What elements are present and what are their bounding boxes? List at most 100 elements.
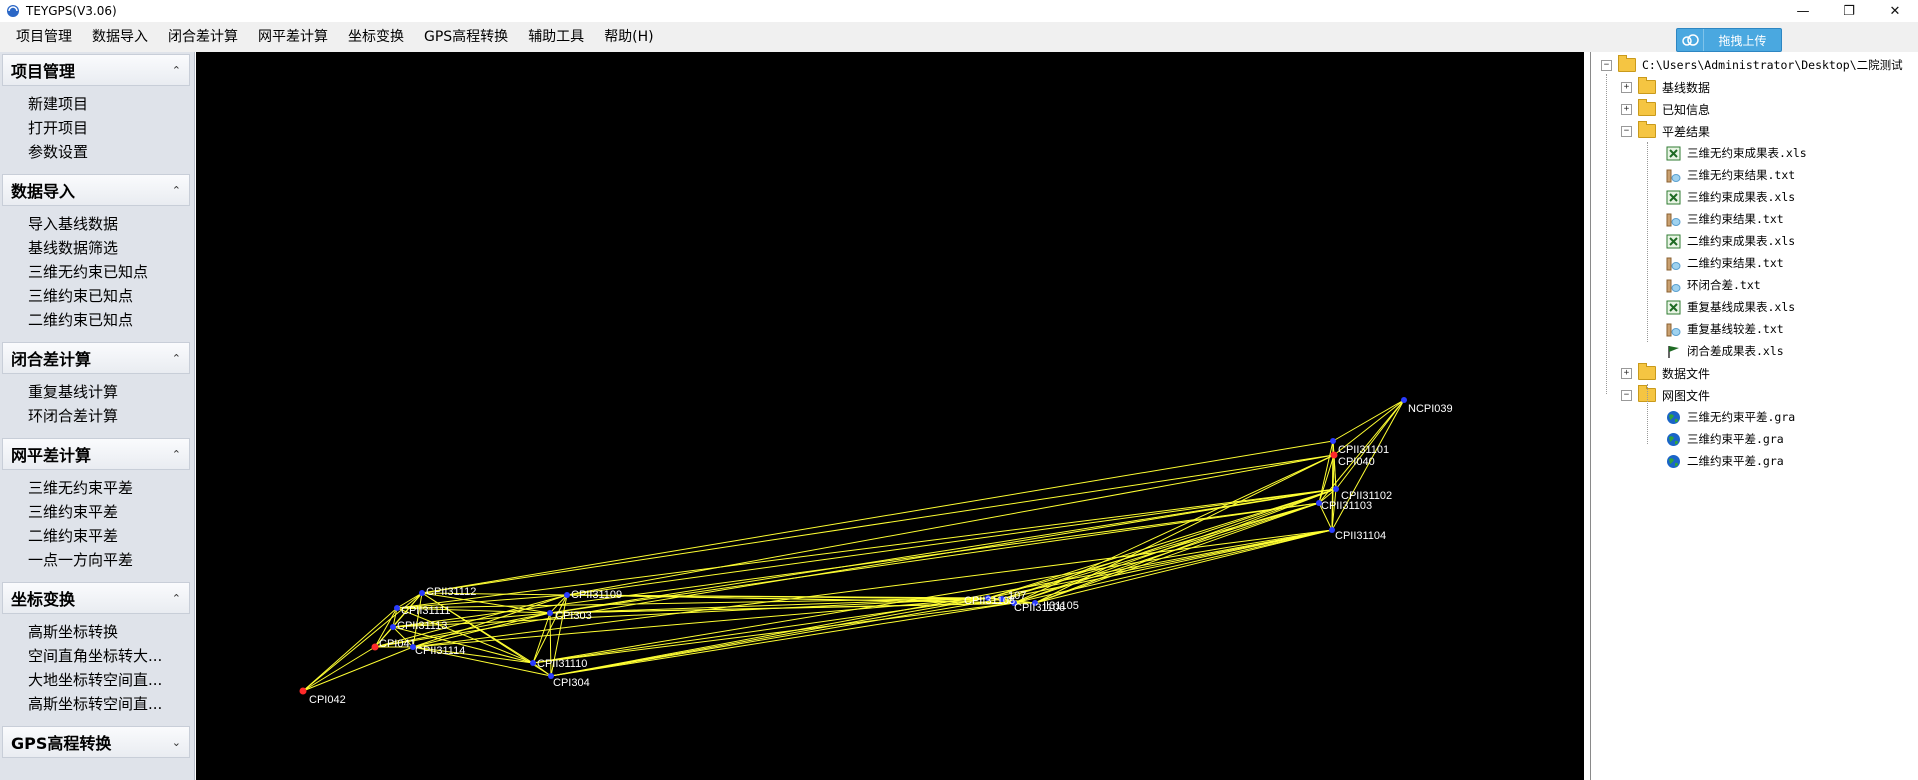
tree-folder[interactable]: + 基线数据: [1621, 76, 1710, 98]
menu-closure[interactable]: 闭合差计算: [158, 22, 248, 52]
sidebar-item-xyz-to-geodetic[interactable]: 空间直角坐标转大...: [28, 644, 178, 668]
text-file-icon: [1665, 211, 1681, 227]
tree-file[interactable]: 重复基线较差.txt: [1665, 318, 1784, 340]
tree-folder[interactable]: + 已知信息: [1621, 98, 1710, 120]
menu-help[interactable]: 帮助(H): [594, 22, 663, 52]
sidebar-item-loop-closure[interactable]: 环闭合差计算: [28, 404, 178, 428]
sidebar-item-3d-free-known[interactable]: 三维无约束已知点: [28, 260, 178, 284]
station-CPII31109[interactable]: [564, 592, 570, 598]
tree-guide-lines: [1606, 74, 1607, 394]
expand-icon[interactable]: +: [1621, 81, 1632, 93]
tree-item-label: 网图文件: [1662, 388, 1711, 403]
station-CPII31110[interactable]: [530, 660, 536, 666]
section-header-adjustment[interactable]: 网平差计算 ⌃: [2, 438, 190, 470]
tree-item-label: 三维无约束平差.gra: [1687, 410, 1796, 424]
station-CPI303[interactable]: [547, 610, 553, 616]
sidebar-item-open-project[interactable]: 打开项目: [28, 116, 178, 140]
network-canvas[interactable]: NCPI039 CPII31101 CPI040 CPII31102 CPII31103…: [196, 52, 1584, 780]
section-title: 数据导入: [11, 182, 76, 201]
maximize-button[interactable]: ❐: [1826, 0, 1872, 22]
sidebar-item-3d-free-adjust[interactable]: 三维无约束平差: [28, 476, 178, 500]
tree-file[interactable]: 二维约束平差.gra: [1665, 450, 1784, 472]
expand-icon[interactable]: +: [1621, 103, 1632, 115]
tree-item-label: 二维约束结果.txt: [1687, 256, 1784, 270]
tree-folder[interactable]: − 网图文件: [1621, 384, 1710, 406]
station-CPII31112[interactable]: [419, 590, 425, 596]
menu-transform[interactable]: 坐标变换: [338, 22, 414, 52]
station-CPI041[interactable]: [371, 643, 379, 651]
station-label-CPII31103: CPII31103: [1321, 500, 1372, 512]
sidebar-item-point-direction-adjust[interactable]: 一点一方向平差: [28, 548, 178, 572]
section-header-project[interactable]: 项目管理 ⌃: [2, 54, 190, 86]
sidebar-item-gauss-to-xyz[interactable]: 高斯坐标转空间直...: [28, 692, 178, 716]
tree-folder[interactable]: + 数据文件: [1621, 362, 1710, 384]
station-CPI040[interactable]: [1330, 451, 1338, 459]
collapse-icon[interactable]: −: [1621, 125, 1632, 137]
tree-guide-lines: [1647, 142, 1648, 342]
tree-file[interactable]: 三维无约束平差.gra: [1665, 406, 1795, 428]
tree-file[interactable]: 三维约束平差.gra: [1665, 428, 1784, 450]
tree-file[interactable]: 环闭合差.txt: [1665, 274, 1761, 296]
window-title: TEYGPS(V3.06): [26, 4, 117, 18]
section-header-transform[interactable]: 坐标变换 ⌃: [2, 582, 190, 614]
tree-file[interactable]: 三维约束结果.txt: [1665, 208, 1784, 230]
menu-import[interactable]: 数据导入: [82, 22, 158, 52]
minimize-button[interactable]: —: [1780, 0, 1826, 22]
station-CPI042[interactable]: [299, 687, 307, 695]
tree-file[interactable]: 重复基线成果表.xls: [1665, 296, 1795, 318]
tree-file[interactable]: 三维无约束成果表.xls: [1665, 142, 1807, 164]
menu-tools[interactable]: 辅助工具: [518, 22, 594, 52]
station-NCPI039[interactable]: [1401, 397, 1407, 403]
tree-item-label: 三维无约束结果.txt: [1687, 168, 1796, 182]
tree-root[interactable]: − C:\Users\Administrator\Desktop\二院测试: [1601, 54, 1903, 76]
section-title: 坐标变换: [11, 590, 76, 609]
tree-file[interactable]: 三维约束成果表.xls: [1665, 186, 1795, 208]
station-CPII31113[interactable]: [390, 624, 396, 630]
tree-file[interactable]: 闭合差成果表.xls: [1665, 340, 1784, 362]
collapse-icon[interactable]: −: [1621, 389, 1632, 401]
baseline-CPI042-CPI041: [302, 646, 376, 692]
station-label-CPII31112: CPII31112: [426, 586, 476, 598]
expand-icon[interactable]: +: [1621, 367, 1632, 379]
sidebar-item-2d-constrained-known[interactable]: 二维约束已知点: [28, 308, 178, 332]
section-header-gps-height[interactable]: GPS高程转换 ⌄: [2, 726, 190, 758]
folder-icon: [1638, 77, 1656, 94]
excel-file-icon: [1665, 233, 1681, 249]
sidebar-item-import-baseline[interactable]: 导入基线数据: [28, 212, 178, 236]
tree-folder[interactable]: − 平差结果: [1621, 120, 1710, 142]
tree-file[interactable]: 二维约束结果.txt: [1665, 252, 1784, 274]
sidebar-item-repeat-baseline[interactable]: 重复基线计算: [28, 380, 178, 404]
close-button[interactable]: ✕: [1872, 0, 1918, 22]
menu-adjustment[interactable]: 网平差计算: [248, 22, 338, 52]
excel-file-icon: [1665, 189, 1681, 205]
text-file-icon: [1665, 321, 1681, 337]
station-label-NCPI039: NCPI039: [1408, 403, 1453, 415]
sidebar-item-gauss-transform[interactable]: 高斯坐标转换: [28, 620, 178, 644]
section-title: 闭合差计算: [11, 350, 92, 369]
menu-gps-height[interactable]: GPS高程转换: [414, 22, 518, 52]
sidebar-item-3d-constrained-known[interactable]: 三维约束已知点: [28, 284, 178, 308]
station-CPII31101[interactable]: [1330, 438, 1336, 444]
sidebar-item-filter-baseline[interactable]: 基线数据筛选: [28, 236, 178, 260]
station-CPII31111[interactable]: [394, 605, 400, 611]
sidebar-item-3d-constrained-adjust[interactable]: 三维约束平差: [28, 500, 178, 524]
drag-upload-button[interactable]: 拖拽上传: [1676, 28, 1782, 52]
sidebar-item-settings[interactable]: 参数设置: [28, 140, 178, 164]
section-header-closure[interactable]: 闭合差计算 ⌃: [2, 342, 190, 374]
menu-project[interactable]: 项目管理: [6, 22, 82, 52]
network-graph[interactable]: NCPI039CPII31101CPI040CPII31102CPII31103…: [196, 52, 1584, 780]
tree-item-label: 三维约束平差.gra: [1687, 432, 1784, 446]
text-file-icon: [1665, 167, 1681, 183]
sidebar-item-2d-constrained-adjust[interactable]: 二维约束平差: [28, 524, 178, 548]
section-header-import[interactable]: 数据导入 ⌃: [2, 174, 190, 206]
text-file-icon: [1665, 255, 1681, 271]
sidebar-item-geodetic-to-xyz[interactable]: 大地坐标转空间直...: [28, 668, 178, 692]
baseline-CPI042-CPII31114: [302, 646, 414, 692]
collapse-icon[interactable]: −: [1601, 59, 1612, 71]
tree-file[interactable]: 三维无约束结果.txt: [1665, 164, 1795, 186]
sidebar-item-new-project[interactable]: 新建项目: [28, 92, 178, 116]
station-CPII31102[interactable]: [1333, 486, 1339, 492]
station-label-CPII31111: CPII31111: [401, 605, 451, 617]
tree-file[interactable]: 二维约束成果表.xls: [1665, 230, 1795, 252]
station-label-CPII31108: CPII31108: [964, 595, 1015, 607]
